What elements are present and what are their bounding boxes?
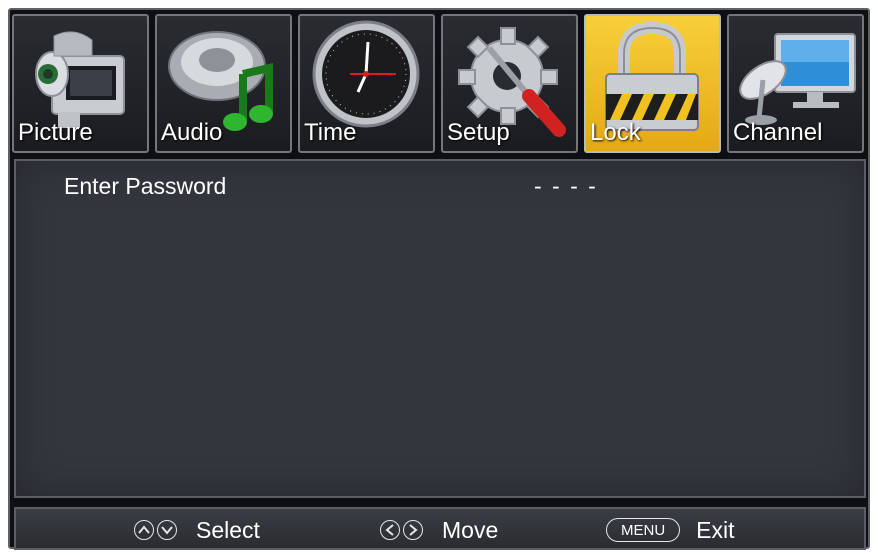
exit-hint: MENU Exit bbox=[606, 515, 735, 545]
tab-label: Channel bbox=[733, 119, 823, 146]
up-arrow-icon bbox=[134, 520, 154, 540]
tab-picture[interactable]: Picture bbox=[12, 14, 149, 153]
password-row[interactable]: Enter Password - - - - bbox=[64, 173, 844, 207]
password-input[interactable]: - - - - bbox=[534, 173, 598, 200]
tab-label: Time bbox=[304, 119, 357, 146]
down-arrow-icon bbox=[157, 520, 177, 540]
hint-bar: Select Move MENU Exit bbox=[14, 507, 866, 550]
password-label: Enter Password bbox=[64, 173, 227, 199]
tab-label: Audio bbox=[161, 119, 223, 146]
tab-lock[interactable]: Lock bbox=[584, 14, 721, 153]
tab-label: Setup bbox=[447, 119, 510, 146]
exit-label: Exit bbox=[696, 516, 735, 543]
tab-audio[interactable]: Audio bbox=[155, 14, 292, 153]
menu-key-icon: MENU bbox=[606, 518, 681, 542]
move-hint: Move bbox=[380, 515, 498, 545]
menu-tabs: Picture Audio Time Setup Lock Channel bbox=[12, 14, 866, 155]
lock-settings-panel: Enter Password - - - - bbox=[14, 159, 866, 498]
left-arrow-icon bbox=[380, 520, 400, 540]
tab-label: Lock bbox=[590, 119, 641, 146]
tab-setup[interactable]: Setup bbox=[441, 14, 578, 153]
right-arrow-icon bbox=[403, 520, 423, 540]
tab-channel[interactable]: Channel bbox=[727, 14, 864, 153]
move-label: Move bbox=[442, 516, 499, 543]
tab-label: Picture bbox=[18, 119, 93, 146]
tab-time[interactable]: Time bbox=[298, 14, 435, 153]
select-hint: Select bbox=[134, 515, 260, 545]
select-label: Select bbox=[196, 516, 260, 543]
